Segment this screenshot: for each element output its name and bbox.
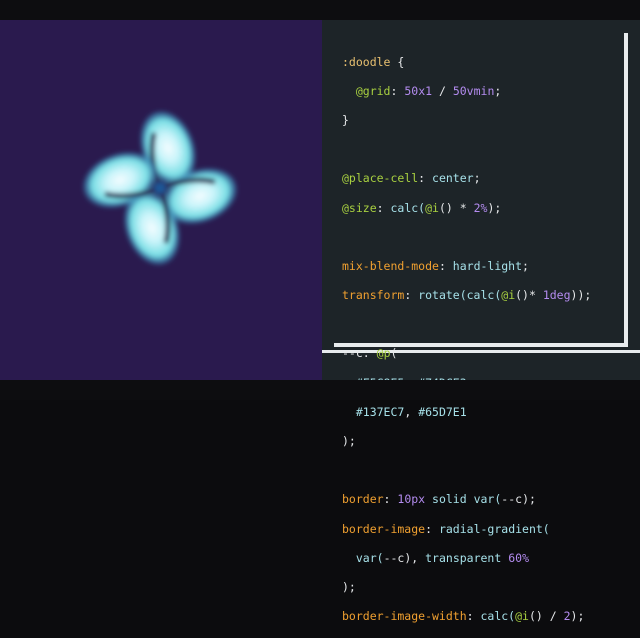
punct: : bbox=[438, 258, 453, 273]
function: rotate(calc( bbox=[418, 288, 502, 303]
code-line-15: ); bbox=[342, 580, 591, 595]
value: center bbox=[432, 171, 474, 186]
code-line-3: } bbox=[342, 113, 591, 128]
at-rule: @i bbox=[425, 200, 439, 215]
function: calc( bbox=[390, 200, 426, 215]
at-rule: @grid bbox=[355, 83, 391, 98]
code-line-13: border-image: radial-gradient( bbox=[342, 522, 591, 537]
code-line-12: border: 10px solid var(--c); bbox=[342, 492, 591, 507]
punct: ()* bbox=[515, 288, 543, 303]
value: 50vmin bbox=[452, 83, 495, 98]
punct: : bbox=[362, 346, 377, 361]
property: border bbox=[342, 492, 384, 507]
custom-property: --c bbox=[501, 492, 523, 507]
punct: { bbox=[390, 54, 405, 69]
doodle-preview bbox=[0, 20, 322, 380]
code-line-2: @grid: 50x1 / 50vmin; bbox=[342, 84, 591, 99]
pinwheel-graphic bbox=[83, 111, 237, 265]
punct: : bbox=[466, 609, 481, 624]
property: border-image bbox=[342, 521, 426, 536]
value: 2 bbox=[563, 609, 571, 624]
punct: ); bbox=[342, 579, 356, 594]
code-line-16: border-image-width: calc(@i() / 2); bbox=[342, 609, 591, 624]
custom-property: --c bbox=[383, 550, 405, 565]
punct: ; bbox=[473, 171, 481, 186]
punct: ; bbox=[522, 258, 529, 273]
function: radial-gradient( bbox=[438, 521, 550, 536]
punct: ); bbox=[487, 200, 502, 215]
function: var( bbox=[355, 550, 384, 565]
punct: , bbox=[404, 404, 419, 419]
value: transparent bbox=[425, 550, 509, 565]
at-rule: @place-cell bbox=[342, 171, 419, 186]
at-rule: @i bbox=[515, 609, 529, 624]
at-rule: @p bbox=[376, 346, 391, 361]
punct: ), bbox=[404, 550, 426, 565]
code-line-8: --c: @p( bbox=[342, 346, 591, 361]
punct: : bbox=[404, 288, 419, 303]
code-line-14: var(--c), transparent 60% bbox=[342, 551, 591, 566]
punct: ); bbox=[522, 492, 536, 507]
color-value: #65D7E1 bbox=[418, 404, 467, 419]
value: 2% bbox=[473, 200, 488, 215]
punct: : bbox=[390, 83, 405, 98]
punct: : bbox=[383, 492, 398, 507]
punct: : bbox=[425, 521, 439, 536]
at-rule: @size bbox=[342, 200, 377, 215]
punct: ); bbox=[570, 609, 585, 624]
punct: ; bbox=[494, 83, 502, 98]
selector: :doodle bbox=[342, 54, 391, 69]
code-line-11: ); bbox=[342, 434, 591, 449]
punct: } bbox=[342, 112, 349, 127]
property: border-image-width bbox=[342, 609, 467, 624]
code-line-10: #137EC7, #65D7E1 bbox=[342, 405, 591, 420]
code-line-4: @place-cell: center; bbox=[342, 171, 591, 186]
value: 1deg bbox=[542, 288, 571, 303]
code-line-7: transform: rotate(calc(@i()* 1deg)); bbox=[342, 288, 591, 303]
custom-property: --c bbox=[342, 346, 363, 361]
value: 60% bbox=[508, 550, 529, 565]
property: transform bbox=[342, 288, 405, 303]
code-line-5: @size: calc(@i() * 2%); bbox=[342, 201, 591, 216]
bottom-letterbox bbox=[0, 380, 640, 400]
function: var( bbox=[473, 492, 502, 507]
punct: () / bbox=[528, 609, 564, 624]
punct: ); bbox=[342, 434, 356, 449]
code-line-1: :doodle { bbox=[342, 55, 591, 70]
code-block[interactable]: :doodle { @grid: 50x1 / 50vmin; } @place… bbox=[342, 40, 591, 638]
value: hard-light bbox=[452, 258, 523, 273]
at-rule: @i bbox=[501, 288, 516, 303]
top-letterbox bbox=[0, 0, 640, 20]
value: solid bbox=[425, 492, 474, 507]
code-line-6: mix-blend-mode: hard-light; bbox=[342, 259, 591, 274]
punct: / bbox=[432, 83, 453, 98]
function: calc( bbox=[480, 609, 516, 624]
punct: : bbox=[418, 171, 433, 186]
value: 50x1 bbox=[404, 83, 433, 98]
property: mix-blend-mode bbox=[342, 258, 439, 273]
value: 10px bbox=[397, 492, 426, 507]
color-value: #137EC7 bbox=[355, 404, 405, 419]
punct: )); bbox=[570, 288, 592, 303]
punct: : bbox=[376, 200, 391, 215]
punct: () * bbox=[438, 200, 474, 215]
punct: ( bbox=[390, 346, 398, 361]
